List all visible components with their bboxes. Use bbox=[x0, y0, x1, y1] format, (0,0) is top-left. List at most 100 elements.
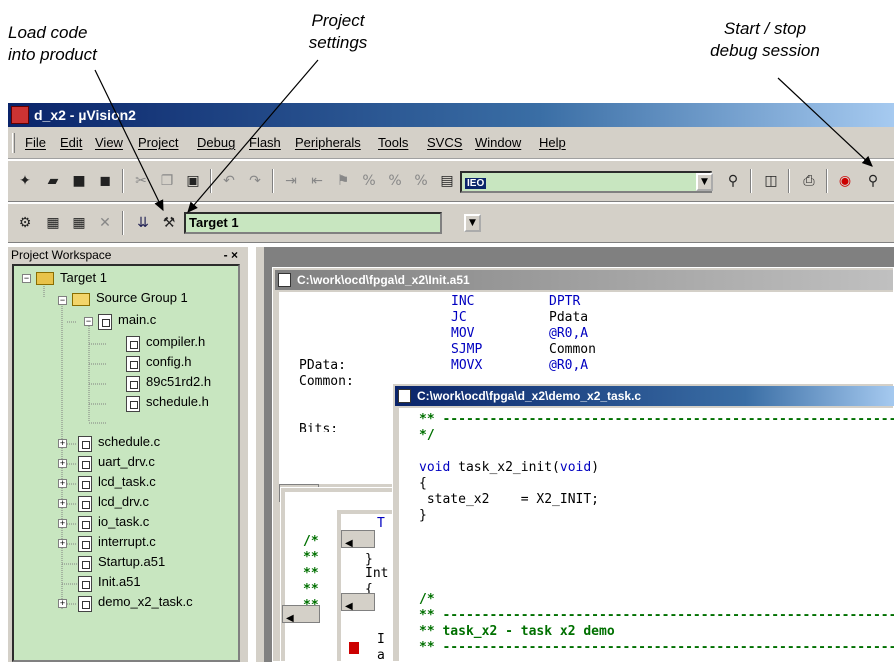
open-folder-icon[interactable]: ▰ bbox=[42, 170, 64, 192]
indent-icon[interactable]: ⇥ bbox=[280, 170, 302, 192]
bg-code-line: ** bbox=[303, 550, 319, 565]
stop-build-icon[interactable]: ✕ bbox=[94, 212, 116, 234]
tree-item-lcd-drv-c[interactable]: lcd_drv.c bbox=[98, 491, 149, 512]
tree-item-compiler-h[interactable]: compiler.h bbox=[146, 331, 205, 352]
expand-icon[interactable]: + bbox=[58, 459, 67, 468]
demo-x2-task-titlebar: C:\work\ocd\fpga\d_x2\demo_x2_task.c bbox=[395, 386, 894, 406]
code-line: /* bbox=[419, 592, 435, 607]
bookmark-next-icon[interactable]: % bbox=[358, 170, 380, 192]
tree-item-89c51rd2-h[interactable]: 89c51rd2.h bbox=[146, 371, 238, 392]
uvision-app-icon bbox=[11, 106, 29, 124]
binoculars-icon[interactable]: ⚲ bbox=[722, 170, 744, 192]
c-file-icon bbox=[78, 596, 92, 612]
redo-icon[interactable]: ↷ bbox=[244, 170, 266, 192]
tree-item-config-h[interactable]: config.h bbox=[146, 351, 192, 372]
tree-item-uart-drv-c[interactable]: uart_drv.c bbox=[98, 451, 155, 472]
toolbar-separator bbox=[122, 211, 124, 235]
splitter[interactable] bbox=[256, 247, 264, 662]
tree-item-target[interactable]: Target 1 bbox=[60, 267, 107, 288]
rebuild-all-icon[interactable]: ▦ bbox=[68, 212, 90, 234]
menu-bar: File Edit View Project Debug Flash Perip… bbox=[8, 127, 894, 159]
collapse-group-icon[interactable]: − bbox=[58, 296, 67, 305]
h-file-icon bbox=[126, 376, 140, 392]
copy-icon[interactable]: ❐ bbox=[156, 170, 178, 192]
expand-icon[interactable]: + bbox=[58, 599, 67, 608]
project-workspace: Project Workspace - × − Target 1 − Sourc… bbox=[8, 247, 248, 662]
tree-item-source-group[interactable]: Source Group 1 bbox=[96, 287, 188, 308]
cut-icon[interactable]: ✂ bbox=[130, 170, 152, 192]
workspace-header: Project Workspace - × bbox=[8, 247, 248, 264]
bg-hscroll[interactable]: ◀ bbox=[341, 593, 375, 612]
asm-line-4: SJMP bbox=[451, 342, 483, 357]
mdi-area: C:\work\ocd\fpga\d_x2\Init.a51 INC DPTR … bbox=[256, 247, 894, 663]
find-in-files-icon[interactable]: ▤ bbox=[436, 170, 458, 192]
tree-item-interrupt-c[interactable]: interrupt.c bbox=[98, 531, 156, 552]
bookmark-clear-icon[interactable]: % bbox=[410, 170, 432, 192]
demo-x2-task-editor[interactable]: ** -------------------------------------… bbox=[399, 408, 894, 663]
load-code-icon[interactable]: ⇊ bbox=[132, 212, 154, 234]
translate-icon[interactable]: ⚙ bbox=[14, 212, 36, 234]
asm-arg-4: Common bbox=[549, 342, 596, 357]
toolbar-separator bbox=[750, 169, 752, 193]
menu-svcs[interactable]: SVCS bbox=[427, 135, 462, 150]
expand-icon[interactable]: + bbox=[58, 499, 67, 508]
collapse-main-icon[interactable]: − bbox=[84, 317, 93, 326]
c-file-icon bbox=[78, 476, 92, 492]
bookmark-toggle-icon[interactable]: ⚑ bbox=[332, 170, 354, 192]
menu-window[interactable]: Window bbox=[475, 135, 521, 150]
menu-project[interactable]: Project bbox=[138, 135, 178, 150]
menu-file[interactable]: File bbox=[25, 135, 46, 150]
find-combo-dropdown-icon[interactable]: ▼ bbox=[696, 173, 713, 191]
bg-code-line: ** bbox=[303, 582, 319, 597]
find-combo[interactable]: IEO bbox=[460, 171, 712, 193]
debug-session-icon[interactable]: ◉ bbox=[834, 170, 856, 192]
overflow-icon[interactable]: ⚲ bbox=[862, 170, 884, 192]
save-icon[interactable]: ■ bbox=[68, 170, 90, 192]
menu-tools[interactable]: Tools bbox=[378, 135, 408, 150]
workspace-close-icon[interactable]: - × bbox=[224, 247, 238, 264]
asm-line-1: INC bbox=[451, 294, 475, 309]
target-select[interactable]: Target 1 bbox=[184, 212, 442, 234]
toolbar-separator bbox=[788, 169, 790, 193]
target-dropdown-icon[interactable]: ▼ bbox=[464, 214, 481, 232]
bg-hscroll[interactable]: ◀ bbox=[282, 605, 320, 624]
asm-label-common: Common: bbox=[299, 374, 354, 389]
print-icon[interactable]: ⎙ bbox=[798, 170, 820, 192]
new-file-icon[interactable]: ✦ bbox=[14, 170, 36, 192]
expand-icon[interactable]: + bbox=[58, 539, 67, 548]
tree-item-schedule-h[interactable]: schedule.h bbox=[146, 391, 238, 412]
document-icon bbox=[398, 389, 411, 403]
expand-icon[interactable]: + bbox=[58, 439, 67, 448]
undo-icon[interactable]: ↶ bbox=[218, 170, 240, 192]
expand-icon[interactable]: + bbox=[58, 519, 67, 528]
tree-item-init-a51[interactable]: Init.a51 bbox=[98, 571, 141, 592]
tree-item-schedule-c[interactable]: schedule.c bbox=[98, 431, 160, 452]
asm-file-icon bbox=[78, 556, 92, 572]
tree-item-io-task-c[interactable]: io_task.c bbox=[98, 511, 149, 532]
expand-icon[interactable]: + bbox=[58, 479, 67, 488]
unindent-icon[interactable]: ⇤ bbox=[306, 170, 328, 192]
collapse-target-icon[interactable]: − bbox=[22, 274, 31, 283]
menu-view[interactable]: View bbox=[95, 135, 123, 150]
tree-item-startup-a51[interactable]: Startup.a51 bbox=[98, 551, 165, 572]
menu-peripherals[interactable]: Peripherals bbox=[295, 135, 361, 150]
project-settings-icon[interactable]: ⚒ bbox=[158, 212, 180, 234]
find-combo-value: IEO bbox=[465, 178, 487, 189]
paste-icon[interactable]: ▣ bbox=[182, 170, 204, 192]
tree-item-demo-x2-task-c[interactable]: demo_x2_task.c bbox=[98, 591, 238, 612]
menu-edit[interactable]: Edit bbox=[60, 135, 82, 150]
menu-flash[interactable]: Flash bbox=[249, 135, 281, 150]
bg-code-line: T bbox=[377, 516, 385, 531]
bg-hscroll[interactable]: ◀ bbox=[341, 530, 375, 549]
help-book-icon[interactable]: ◫ bbox=[760, 170, 782, 192]
menu-help[interactable]: Help bbox=[539, 135, 566, 150]
tree-item-lcd-task-c[interactable]: lcd_task.c bbox=[98, 471, 156, 492]
init-a51-title: C:\work\ocd\fpga\d_x2\Init.a51 bbox=[297, 273, 470, 287]
save-all-icon[interactable]: ◼ bbox=[94, 170, 116, 192]
asm-arg-2: Pdata bbox=[549, 310, 589, 325]
build-target-icon[interactable]: ▦ bbox=[42, 212, 64, 234]
menu-debug[interactable]: Debug bbox=[197, 135, 235, 150]
bookmark-prev-icon[interactable]: % bbox=[384, 170, 406, 192]
tree-item-main-c[interactable]: main.c bbox=[118, 309, 156, 330]
toolbar-separator bbox=[122, 169, 124, 193]
